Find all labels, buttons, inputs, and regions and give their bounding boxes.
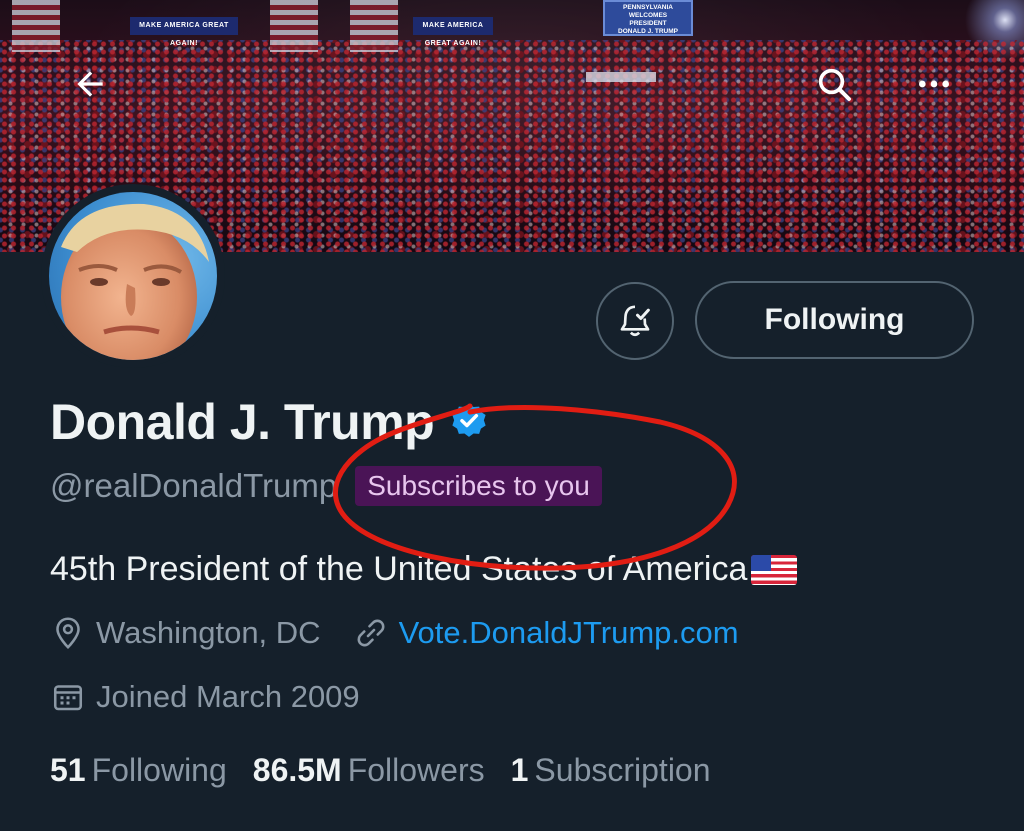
profile-joined-row: Joined March 2009 [50, 679, 360, 715]
user-handle: @realDonaldTrump [50, 467, 338, 504]
website-group[interactable]: Vote.DonaldJTrump.com [353, 615, 739, 651]
banner-flag [270, 0, 318, 52]
stat-following[interactable]: 51 Following [50, 752, 227, 789]
back-button[interactable] [70, 64, 110, 104]
banner-stage [586, 72, 656, 82]
profile-bio: 45th President of the United States of A… [50, 550, 798, 589]
joined-text: Joined March 2009 [96, 679, 360, 714]
stat-subscriptions[interactable]: 1 Subscription [511, 752, 711, 789]
link-icon [353, 615, 389, 651]
stat-number: 1 [510, 752, 529, 788]
stat-followers[interactable]: 86.5M Followers [253, 752, 485, 789]
bio-text: 45th President of the United States of A… [50, 550, 748, 588]
following-button[interactable]: Following [695, 281, 974, 359]
location-pin-icon [50, 615, 86, 651]
bell-check-icon [620, 305, 650, 337]
us-flag-icon [751, 554, 798, 585]
more-button[interactable] [914, 64, 954, 104]
banner-flag [350, 0, 398, 52]
stat-number: 51 [50, 752, 86, 788]
board-line: DONALD J. TRUMP [618, 28, 678, 35]
stat-label: Following [91, 752, 227, 788]
board-line: WELCOMES [628, 12, 668, 19]
website-link[interactable]: Vote.DonaldJTrump.com [399, 615, 739, 651]
more-dots-icon [919, 80, 949, 88]
stat-number: 86.5M [252, 752, 342, 788]
profile-stats: 51 Following 86.5M Followers 1 Subscription [50, 752, 737, 789]
search-icon [818, 68, 851, 101]
stat-label: Subscription [534, 752, 711, 788]
display-name: Donald J. Trump [50, 394, 435, 450]
search-button[interactable] [814, 64, 854, 104]
board-line: PRESIDENT [629, 20, 667, 27]
subscribes-badge: Subscribes to you [355, 466, 602, 506]
location-text: Washington, DC [96, 615, 321, 650]
handle-row: @realDonaldTrump Subscribes to you [50, 466, 602, 506]
verified-badge-icon [452, 403, 486, 437]
calendar-icon [50, 679, 86, 715]
stat-label: Followers [347, 752, 485, 788]
board-line: PENNSYLVANIA [623, 4, 673, 11]
avatar[interactable] [49, 192, 217, 360]
avatar-portrait [61, 203, 209, 360]
arrow-left-icon [77, 71, 103, 97]
profile-meta-row: Washington, DC Vote.DonaldJTrump.com [50, 615, 739, 651]
avatar-frame[interactable] [41, 184, 225, 368]
notifications-button[interactable] [596, 282, 674, 360]
banner-flag [12, 0, 60, 52]
banner-welcome-board: PENNSYLVANIA WELCOMES PRESIDENT DONALD J… [603, 0, 693, 36]
banner-sign-left: MAKE AMERICA GREAT AGAIN! [130, 17, 238, 47]
banner-sign-mid: MAKE AMERICA GREAT AGAIN! [413, 17, 493, 47]
name-row: Donald J. Trump [50, 393, 490, 451]
